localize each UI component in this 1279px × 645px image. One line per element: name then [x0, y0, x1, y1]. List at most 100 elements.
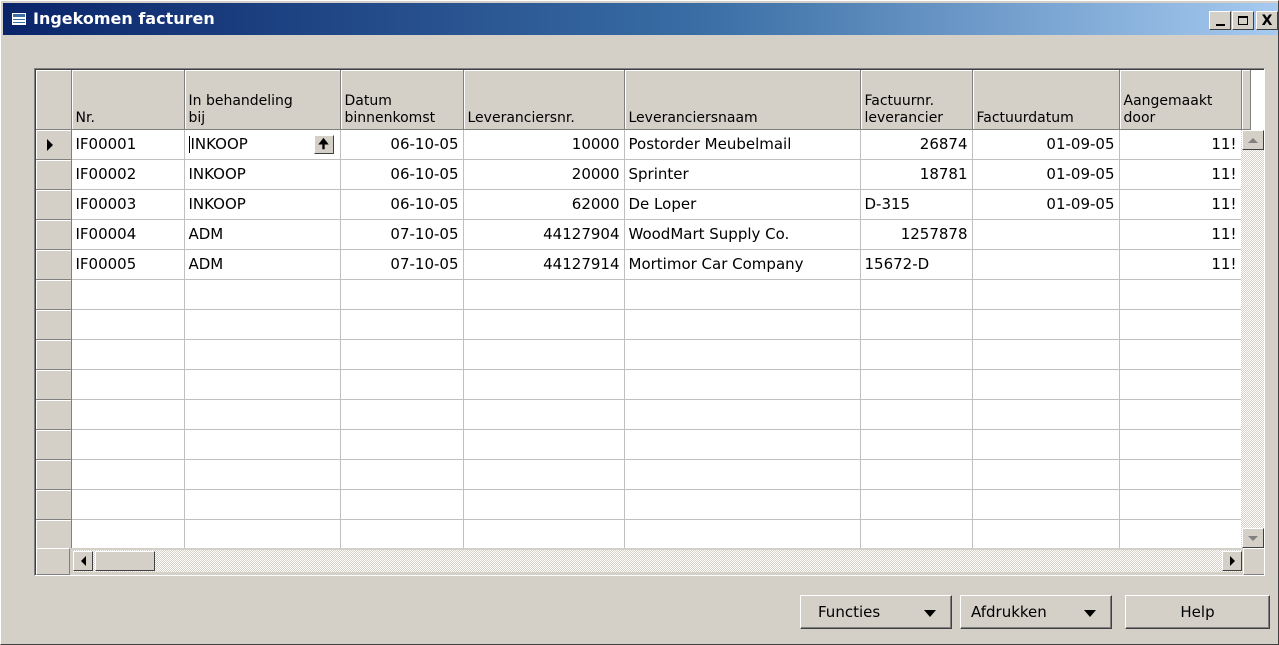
- column-header[interactable]: Aangemaakt door: [1119, 70, 1242, 130]
- table-cell[interactable]: 62000: [463, 189, 625, 220]
- table-cell[interactable]: [463, 369, 625, 400]
- table-cell[interactable]: [1119, 519, 1242, 550]
- table-cell[interactable]: [624, 489, 861, 520]
- table-cell[interactable]: D-315: [860, 189, 973, 220]
- table-cell[interactable]: [463, 339, 625, 370]
- table-cell[interactable]: IF00002: [71, 159, 185, 190]
- table-cell[interactable]: [340, 279, 464, 310]
- table-cell[interactable]: 11!: [1119, 129, 1242, 160]
- table-cell[interactable]: [1119, 369, 1242, 400]
- row-selector[interactable]: [36, 519, 72, 550]
- table-cell[interactable]: 06-10-05: [340, 189, 464, 220]
- row-selector[interactable]: [36, 129, 72, 160]
- table-cell[interactable]: [184, 399, 341, 430]
- table-cell[interactable]: 1257878: [860, 219, 973, 250]
- row-selector[interactable]: [36, 429, 72, 460]
- table-cell[interactable]: [1119, 399, 1242, 430]
- table-cell[interactable]: [860, 279, 973, 310]
- table-cell[interactable]: 10000: [463, 129, 625, 160]
- table-cell[interactable]: [860, 369, 973, 400]
- table-cell[interactable]: 11!: [1119, 249, 1242, 280]
- table-cell[interactable]: [340, 459, 464, 490]
- empty-row[interactable]: [36, 309, 1251, 340]
- table-cell[interactable]: ADM: [184, 219, 341, 250]
- table-cell[interactable]: [624, 279, 861, 310]
- table-cell[interactable]: 01-09-05: [972, 129, 1120, 160]
- table-cell[interactable]: [624, 339, 861, 370]
- row-selector[interactable]: [36, 339, 72, 370]
- scroll-left-button[interactable]: [73, 551, 93, 571]
- table-cell[interactable]: [1119, 429, 1242, 460]
- row-selector[interactable]: [36, 219, 72, 250]
- row-selector[interactable]: [36, 489, 72, 520]
- table-cell[interactable]: [463, 429, 625, 460]
- table-cell[interactable]: IF00005: [71, 249, 185, 280]
- table-cell[interactable]: [340, 519, 464, 550]
- table-cell[interactable]: [71, 399, 185, 430]
- table-cell[interactable]: Mortimor Car Company: [624, 249, 861, 280]
- table-cell[interactable]: [860, 519, 973, 550]
- help-button[interactable]: Help: [1125, 595, 1270, 629]
- table-cell[interactable]: [184, 279, 341, 310]
- row-selector[interactable]: [36, 369, 72, 400]
- table-cell[interactable]: INKOOP 🠉: [184, 129, 341, 160]
- row-selector[interactable]: [36, 159, 72, 190]
- table-cell[interactable]: [624, 459, 861, 490]
- table-cell[interactable]: 11!: [1119, 159, 1242, 190]
- table-cell[interactable]: 26874: [860, 129, 973, 160]
- table-cell[interactable]: [1119, 459, 1242, 490]
- row-selector[interactable]: [36, 399, 72, 430]
- table-cell[interactable]: [972, 279, 1120, 310]
- table-cell[interactable]: IF00001: [71, 129, 185, 160]
- empty-row[interactable]: [36, 519, 1251, 550]
- table-cell[interactable]: [972, 459, 1120, 490]
- table-cell[interactable]: ADM: [184, 249, 341, 280]
- table-cell[interactable]: [463, 459, 625, 490]
- table-cell[interactable]: [463, 279, 625, 310]
- table-cell[interactable]: 44127914: [463, 249, 625, 280]
- table-cell[interactable]: INKOOP: [184, 159, 341, 190]
- table-cell[interactable]: [463, 309, 625, 340]
- scroll-right-button[interactable]: [1222, 551, 1242, 571]
- row-selector[interactable]: [36, 309, 72, 340]
- table-cell[interactable]: Sprinter: [624, 159, 861, 190]
- table-cell[interactable]: [972, 339, 1120, 370]
- table-cell[interactable]: 15672-D: [860, 249, 973, 280]
- table-cell[interactable]: [860, 429, 973, 460]
- table-row[interactable]: IF00005 ADM 07-10-05 44127914 Mortimor Car C…: [36, 249, 1251, 280]
- table-cell[interactable]: 11!: [1119, 219, 1242, 250]
- scroll-up-button[interactable]: [1242, 130, 1264, 150]
- empty-row[interactable]: [36, 369, 1251, 400]
- table-cell[interactable]: 07-10-05: [340, 219, 464, 250]
- empty-row[interactable]: [36, 399, 1251, 430]
- column-header[interactable]: Leveranciersnr.: [463, 70, 625, 130]
- table-cell[interactable]: [1119, 339, 1242, 370]
- table-cell[interactable]: [972, 249, 1120, 280]
- empty-row[interactable]: [36, 459, 1251, 490]
- column-header[interactable]: Datum binnenkomst: [340, 70, 464, 130]
- column-header[interactable]: Leveranciersnaam: [624, 70, 861, 130]
- table-cell[interactable]: [624, 399, 861, 430]
- table-cell[interactable]: [340, 339, 464, 370]
- table-cell[interactable]: [71, 459, 185, 490]
- maximize-button[interactable]: [1232, 11, 1254, 30]
- table-cell[interactable]: 20000: [463, 159, 625, 190]
- row-selector[interactable]: [36, 279, 72, 310]
- table-cell[interactable]: 11!: [1119, 189, 1242, 220]
- table-cell[interactable]: IF00004: [71, 219, 185, 250]
- table-cell[interactable]: [184, 309, 341, 340]
- table-cell[interactable]: [184, 489, 341, 520]
- empty-row[interactable]: [36, 279, 1251, 310]
- table-cell[interactable]: [972, 429, 1120, 460]
- table-cell[interactable]: [972, 219, 1120, 250]
- row-selector[interactable]: [36, 249, 72, 280]
- column-header[interactable]: Factuurdatum: [972, 70, 1120, 130]
- horizontal-scrollbar[interactable]: [73, 550, 1242, 572]
- table-cell[interactable]: 01-09-05: [972, 159, 1120, 190]
- empty-row[interactable]: [36, 489, 1251, 520]
- table-cell[interactable]: [340, 429, 464, 460]
- table-cell[interactable]: [624, 519, 861, 550]
- table-cell[interactable]: [624, 429, 861, 460]
- table-cell[interactable]: [340, 489, 464, 520]
- table-cell[interactable]: [860, 399, 973, 430]
